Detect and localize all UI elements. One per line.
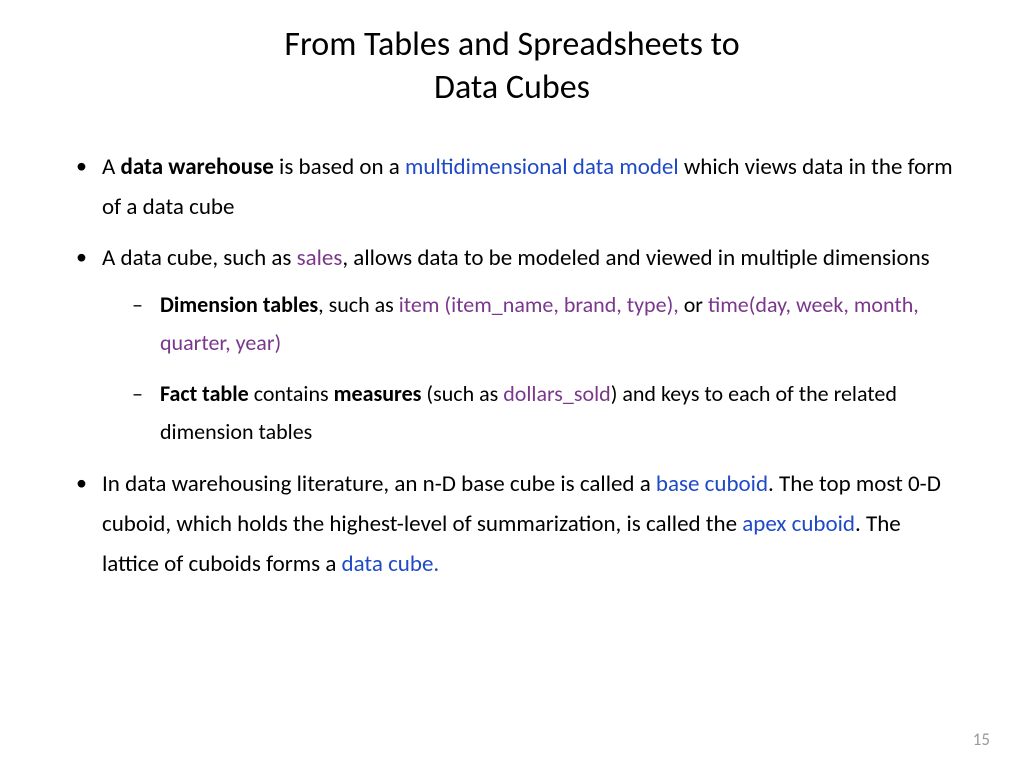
purple-text: item (item_name, brand, type), [399,291,679,318]
bold-text: measures [334,380,422,407]
bullet-list: A data warehouse is based on a multidime… [70,147,954,585]
page-number: 15 [973,729,990,750]
bold-text: data warehouse [121,153,274,181]
bullet-2: A data cube, such as sales, allows data … [70,238,954,452]
slide-title: From Tables and Spreadsheets to Data Cub… [70,24,954,109]
title-line-2: Data Cubes [434,67,590,108]
text: is based on a [274,153,405,181]
sub-bullet-2: Fact table contains measures (such as do… [102,375,954,452]
blue-text: base cuboid [656,470,768,498]
purple-text: dollars_sold [503,380,610,407]
bold-text: Dimension tables [160,291,318,318]
sub-list: Dimension tables, such as item (item_nam… [102,286,954,452]
text: , such as [318,291,399,318]
sub-bullet-1: Dimension tables, such as item (item_nam… [102,286,954,363]
title-line-1: From Tables and Spreadsheets to [284,24,739,65]
text: A [102,153,121,181]
slide: From Tables and Spreadsheets to Data Cub… [0,0,1024,768]
text: (such as [421,380,503,407]
bold-text: Fact table [160,380,249,407]
text: contains [249,380,334,407]
text: In data warehousing literature, an n-D b… [102,470,656,498]
bullet-3: In data warehousing literature, an n-D b… [70,464,954,585]
purple-text: sales [297,244,343,272]
text: or [679,291,708,318]
text: A data cube, such as [102,244,297,272]
blue-text: data cube. [342,550,440,578]
text: , allows data to be modeled and viewed i… [342,244,929,272]
blue-text: multidimensional data model [405,153,679,181]
bullet-1: A data warehouse is based on a multidime… [70,147,954,228]
blue-text: apex cuboid [742,510,855,538]
